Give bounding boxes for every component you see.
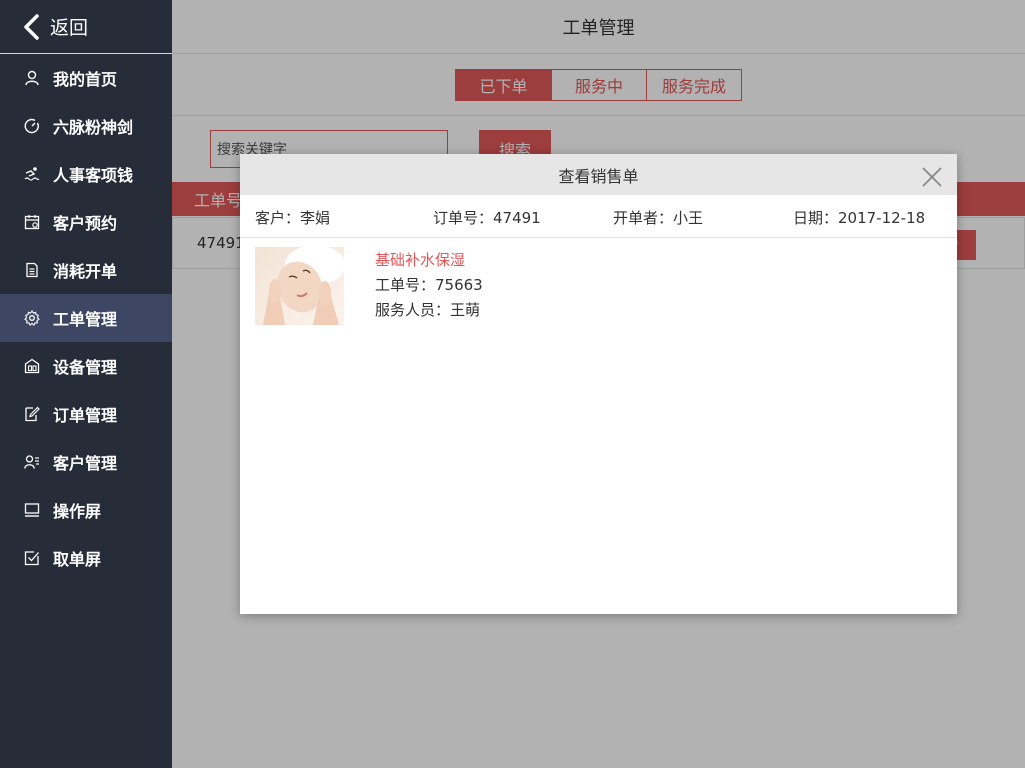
sidebar-item-label: 人事客项钱 <box>53 166 134 185</box>
building-icon <box>24 358 40 374</box>
order-creator: 开单者：小王 <box>613 209 704 227</box>
service-staff: 服务人员：王萌 <box>375 301 481 319</box>
monitor-icon <box>24 503 40 517</box>
sidebar-item-label: 取单屏 <box>53 550 102 569</box>
sidebar-item-operate-screen[interactable]: 操作屏 <box>0 486 172 534</box>
back-label: 返回 <box>50 17 89 39</box>
chevron-left-icon <box>24 13 39 40</box>
service-thumbnail-image <box>255 247 344 325</box>
sidebar-item-label: 操作屏 <box>53 502 102 521</box>
customer-name: 客户：李娟 <box>255 209 331 227</box>
sidebar-item-label: 客户预约 <box>53 214 118 233</box>
order-info-bar: 客户：李娟 订单号：47491 开单者：小王 日期：2017-12-18 <box>240 195 957 238</box>
sidebar-item-label: 客户管理 <box>53 454 118 473</box>
sidebar-item-label: 设备管理 <box>53 358 118 377</box>
sales-order-modal: 查看销售单 客户：李娟 订单号：47491 开单者：小王 日期：2017-12-… <box>240 154 957 614</box>
sidebar: 返回 我的首页 六脉粉神剑 人事客项钱 客户预约 消耗开单 工单管理 设备管理 … <box>0 0 172 768</box>
sidebar-item-appointment[interactable]: 客户预约 <box>0 198 172 246</box>
calendar-icon <box>24 215 40 230</box>
document-icon <box>26 262 38 278</box>
checkbox-icon <box>24 551 39 566</box>
sidebar-item-label: 订单管理 <box>53 406 118 425</box>
sidebar-item-liumai[interactable]: 六脉粉神剑 <box>0 102 172 150</box>
sidebar-item-label: 我的首页 <box>53 70 118 89</box>
edit-icon <box>25 406 40 422</box>
back-button[interactable]: 返回 <box>0 0 172 54</box>
user-icon <box>25 70 39 86</box>
work-ticket-number: 工单号：75663 <box>375 276 483 294</box>
service-thumbnail <box>255 247 344 325</box>
sidebar-item-device[interactable]: 设备管理 <box>0 342 172 390</box>
sidebar-item-workorder[interactable]: 工单管理 <box>0 294 172 342</box>
sidebar-item-home[interactable]: 我的首页 <box>0 54 172 102</box>
sidebar-item-label: 工单管理 <box>53 310 118 329</box>
sidebar-item-customers[interactable]: 客户管理 <box>0 438 172 486</box>
service-name: 基础补水保湿 <box>375 251 466 269</box>
close-icon[interactable] <box>921 166 943 188</box>
gear-icon <box>24 310 40 326</box>
swimmer-icon <box>24 167 40 181</box>
sidebar-item-pickup-screen[interactable]: 取单屏 <box>0 534 172 582</box>
modal-title: 查看销售单 <box>558 166 639 186</box>
order-date: 日期：2017-12-18 <box>793 209 926 227</box>
order-number: 订单号：47491 <box>433 209 541 227</box>
contacts-icon <box>24 455 39 469</box>
sidebar-item-orders[interactable]: 订单管理 <box>0 390 172 438</box>
sidebar-item-consume[interactable]: 消耗开单 <box>0 246 172 294</box>
sidebar-item-label: 六脉粉神剑 <box>53 118 134 137</box>
sidebar-item-label: 消耗开单 <box>53 262 118 281</box>
sidebar-item-renshi[interactable]: 人事客项钱 <box>0 150 172 198</box>
gauge-icon <box>24 118 39 134</box>
list-item: 基础补水保湿 工单号：75663 服务人员：王萌 <box>240 238 957 328</box>
modal-header: 查看销售单 <box>240 154 957 195</box>
